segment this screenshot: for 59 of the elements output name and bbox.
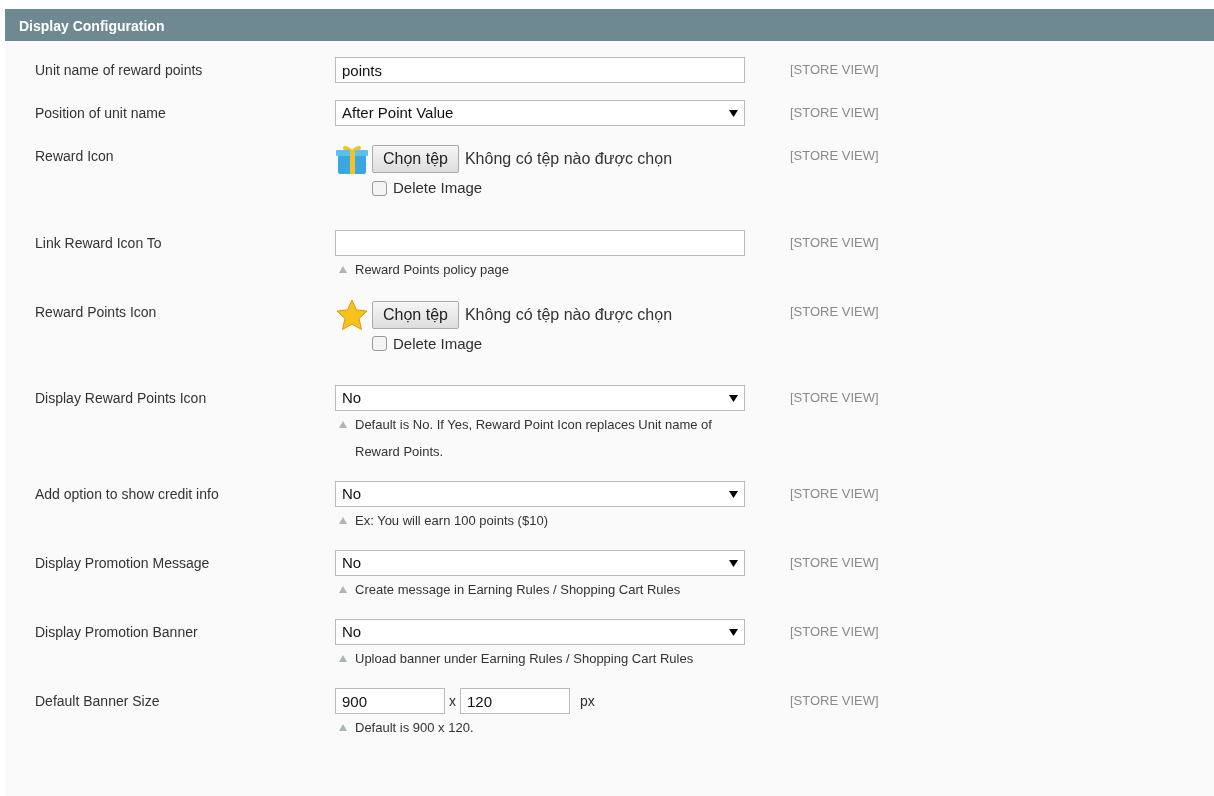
hint-arrow-icon [339,724,347,731]
text-field[interactable] [335,229,745,256]
file-status: Không có tệp nào được chọn [464,149,673,169]
scope-label: [STORE VIEW] [790,623,879,641]
dropdown[interactable]: No [335,385,745,411]
hint-text: Upload banner under Earning Rules / Shopping Cart Rules [355,650,694,668]
field-label: Display Promotion Banner [35,623,199,642]
caret-icon [729,395,738,403]
dropdown[interactable]: No [335,619,745,645]
scope-label: [STORE VIEW] [790,692,879,710]
caret-icon [729,491,738,499]
height-field[interactable]: 120 [460,688,570,714]
field-label: Position of unit name [35,104,167,123]
caret-icon [729,110,738,118]
field-label: Reward Points Icon [35,302,158,322]
scope-label: [STORE VIEW] [790,104,879,122]
scope-label: [STORE VIEW] [790,61,879,79]
gift-icon [335,143,369,175]
field-label: Link Reward Icon To [35,233,163,253]
width-field[interactable]: 900 [335,688,445,714]
choose-file-button[interactable]: Chọn tệp [372,145,459,173]
hint-text: Default is No. If Yes, Reward Point Icon replaces Unit name of Reward Points. [355,416,713,461]
caret-icon [729,560,738,568]
star-icon [335,298,369,331]
checkbox-label: Delete Image [393,333,483,354]
hint-arrow-icon [339,265,347,273]
choose-file-button[interactable]: Chọn tệp [372,300,459,329]
text-field[interactable]: points [335,57,745,83]
caret-icon [729,629,738,637]
field-label: Reward Icon [35,147,115,166]
unit-text: px [580,691,595,711]
hint-arrow-icon [339,586,347,593]
field-label: Unit name of reward points [35,61,204,80]
field-label: Default Banner Size [35,692,161,711]
field-label: Add option to show credit info [35,485,220,504]
checkbox[interactable] [372,336,387,352]
hint-arrow-icon [339,655,347,662]
scope-label: [STORE VIEW] [790,554,879,572]
hint-text: Create message in Earning Rules / Shopping Cart Rules [355,581,681,599]
scope-label: [STORE VIEW] [790,233,879,252]
scope-label: [STORE VIEW] [790,147,879,165]
hint-text: Reward Points policy page [355,260,509,279]
scope-label: [STORE VIEW] [790,389,879,407]
hint-arrow-icon [339,517,347,524]
field-label: Display Promotion Message [35,554,211,573]
dropdown[interactable]: After Point Value [335,100,745,126]
scope-label: [STORE VIEW] [790,302,879,321]
checkbox-label: Delete Image [393,178,483,198]
section-header: Display Configuration [5,9,1214,41]
dropdown[interactable]: No [335,481,745,507]
separator-text: x [449,691,456,711]
hint-arrow-icon [339,421,347,428]
file-status: Không có tệp nào được chọn [464,304,673,325]
dropdown[interactable]: No [335,550,745,576]
hint-text: Ex: You will earn 100 points ($10) [355,512,548,530]
checkbox[interactable] [372,180,387,196]
scope-label: [STORE VIEW] [790,485,879,503]
hint-text: Default is 900 x 120. [355,719,474,737]
field-label: Display Reward Points Icon [35,389,208,408]
